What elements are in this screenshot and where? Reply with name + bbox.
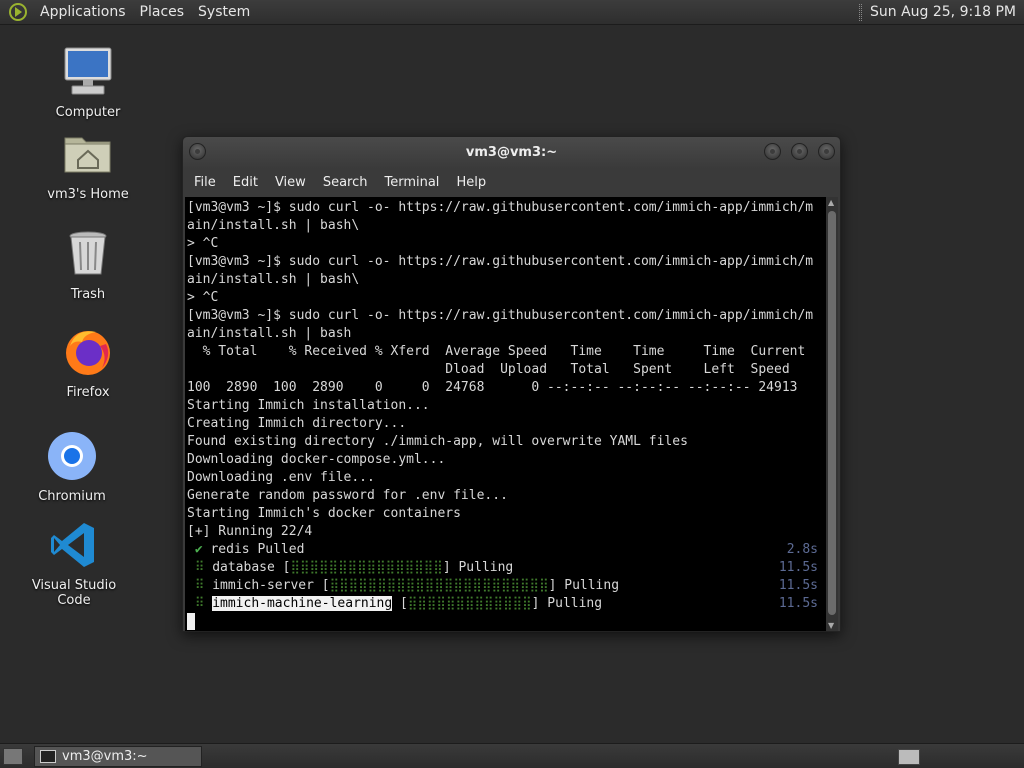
terminal-line: Generate random password for .env file..… <box>187 488 508 503</box>
bottom-panel: vm3@vm3:~ <box>0 743 1024 768</box>
terminal-output[interactable]: [vm3@vm3 ~]$ sudo curl -o- https://raw.g… <box>185 197 826 631</box>
terminal-menubar: File Edit View Search Terminal Help <box>183 169 840 195</box>
menu-view[interactable]: View <box>268 175 313 190</box>
applications-menu[interactable]: Applications <box>33 4 133 20</box>
top-panel: Applications Places System Sun Aug 25, 9… <box>0 0 1024 25</box>
menu-edit[interactable]: Edit <box>226 175 265 190</box>
vscode-icon <box>51 523 94 567</box>
terminal-line: ain/install.sh | bash\ <box>187 218 360 233</box>
firefox-icon <box>66 331 110 375</box>
menu-help[interactable]: Help <box>449 175 493 190</box>
progress-row-immich-machine-learning: ⠿ immich-machine-learning [⣿⣿⣿⣿⣿⣿⣿⣿⣿⣿⣿⣿⣿… <box>194 596 818 611</box>
terminal-line: Found existing directory ./immich-app, w… <box>187 434 688 449</box>
terminal-line: [vm3@vm3 ~]$ sudo curl -o- https://raw.g… <box>187 200 814 215</box>
desktop-icon-label: Firefox <box>66 385 110 400</box>
terminal-line: Dload Upload Total Spent Left Speed <box>187 362 790 377</box>
system-menu[interactable]: System <box>191 4 257 20</box>
desktop-icon-label: vm3's Home <box>47 187 129 202</box>
window-title: vm3@vm3:~ <box>465 145 558 160</box>
terminal-line: % Total % Received % Xferd Average Speed… <box>187 344 806 359</box>
progress-row-redis: ✔ redis Pulled 2.8s <box>187 541 826 559</box>
terminal-line: > ^C <box>187 236 219 251</box>
progress-bar: ⣿⣿⣿⣿⣿⣿⣿⣿⣿⣿⣿⣿⣿ <box>407 596 532 611</box>
scrollbar-thumb[interactable] <box>828 211 836 615</box>
progress-row-immich-server: ⠿ immich-server [⣿⣿⣿⣿⣿⣿⣿⣿⣿⣿⣿⣿⣿⣿⣿⣿⣿⣿⣿⣿⣿⣿⣿… <box>194 578 818 593</box>
menu-terminal[interactable]: Terminal <box>377 175 446 190</box>
progress-bar: ⣿⣿⣿⣿⣿⣿⣿⣿⣿⣿⣿⣿⣿⣿⣿⣿⣿⣿⣿⣿⣿⣿⣿ <box>329 578 549 593</box>
chromium-icon <box>48 432 96 480</box>
computer-icon <box>64 47 112 95</box>
terminal-line: Creating Immich directory... <box>187 416 407 431</box>
pull-state: Pulling <box>564 578 620 593</box>
terminal-line: ain/install.sh | bash\ <box>187 272 360 287</box>
minimize-button[interactable] <box>764 143 781 160</box>
elapsed-time: 11.5s <box>778 578 818 593</box>
desktop-icon-label: Visual Studio Code <box>31 578 117 608</box>
close-button[interactable] <box>818 143 835 160</box>
maximize-button[interactable] <box>791 143 808 160</box>
prompt-line <box>187 613 826 631</box>
elapsed-time: 11.5s <box>778 560 818 575</box>
places-menu[interactable]: Places <box>133 4 192 20</box>
home-folder-icon <box>64 137 111 173</box>
desktop-icon-label: Chromium <box>38 489 106 504</box>
progress-row-database: ⠿ database [⣿⣿⣿⣿⣿⣿⣿⣿⣿⣿⣿⣿⣿⣿⣿⣿] Pulling 11.… <box>194 560 818 575</box>
spinner-icon: ⠿ <box>194 596 205 611</box>
terminal-line: Downloading docker-compose.yml... <box>187 452 446 467</box>
terminal-line: [vm3@vm3 ~]$ sudo curl -o- https://raw.g… <box>187 308 814 323</box>
terminal-line: Downloading .env file... <box>187 470 375 485</box>
container-name: immich-machine-learning <box>212 596 393 611</box>
terminal-scrollbar[interactable]: ▲ ▼ <box>826 197 838 631</box>
progress-bar: ⣿⣿⣿⣿⣿⣿⣿⣿⣿⣿⣿⣿⣿⣿⣿⣿ <box>290 560 443 575</box>
desktop-icon-label: Computer <box>55 105 121 120</box>
text-cursor <box>187 613 195 630</box>
terminal-line: > ^C <box>187 290 219 305</box>
terminal-line: [+] Running 22/4 <box>187 524 313 539</box>
taskbar-window-label: vm3@vm3:~ <box>62 749 148 764</box>
terminal-icon <box>40 750 56 763</box>
desktop-icon-computer[interactable]: Computer <box>33 46 143 120</box>
spinner-icon: ⠿ <box>194 578 205 593</box>
trash-icon <box>69 231 107 275</box>
terminal-line: [vm3@vm3 ~]$ sudo curl -o- https://raw.g… <box>187 254 814 269</box>
pull-state: Pulled <box>257 542 305 557</box>
scroll-up-icon[interactable]: ▲ <box>828 198 834 207</box>
container-name: immich-server <box>212 578 314 593</box>
pull-state: Pulling <box>458 560 514 575</box>
desktop-icon-trash[interactable]: Trash <box>33 228 143 302</box>
check-icon: ✔ <box>194 542 203 557</box>
desktop-icon-home[interactable]: vm3's Home <box>33 128 143 202</box>
desktop-icon-label: Trash <box>70 287 106 302</box>
container-name: redis <box>210 542 250 557</box>
pull-state: Pulling <box>547 596 603 611</box>
container-name: database <box>212 560 275 575</box>
desktop-icon-vscode[interactable]: Visual Studio Code <box>19 519 129 608</box>
elapsed-time: 2.8s <box>786 542 818 557</box>
show-desktop-icon[interactable] <box>3 748 23 765</box>
terminal-line: Starting Immich's docker containers <box>187 506 461 521</box>
clock[interactable]: Sun Aug 25, 9:18 PM <box>870 4 1016 20</box>
terminal-window: vm3@vm3:~ File Edit View Search Terminal… <box>182 136 841 632</box>
terminal-line: ain/install.sh | bash <box>187 326 352 341</box>
workspace-switcher[interactable] <box>898 749 920 765</box>
panel-separator <box>859 3 862 21</box>
window-titlebar[interactable]: vm3@vm3:~ <box>183 137 840 169</box>
scroll-down-icon[interactable]: ▼ <box>828 621 834 630</box>
desktop-icon-chromium[interactable]: Chromium <box>17 430 127 504</box>
elapsed-time: 11.5s <box>778 596 818 611</box>
menu-search[interactable]: Search <box>316 175 375 190</box>
menu-file[interactable]: File <box>187 175 223 190</box>
terminal-line: 100 2890 100 2890 0 0 24768 0 --:--:-- -… <box>187 380 798 395</box>
distro-logo-icon[interactable] <box>8 2 28 22</box>
taskbar-window-button[interactable]: vm3@vm3:~ <box>34 746 202 767</box>
desktop-icon-firefox[interactable]: Firefox <box>33 326 143 400</box>
spinner-icon: ⠿ <box>194 560 205 575</box>
terminal-line: Starting Immich installation... <box>187 398 430 413</box>
